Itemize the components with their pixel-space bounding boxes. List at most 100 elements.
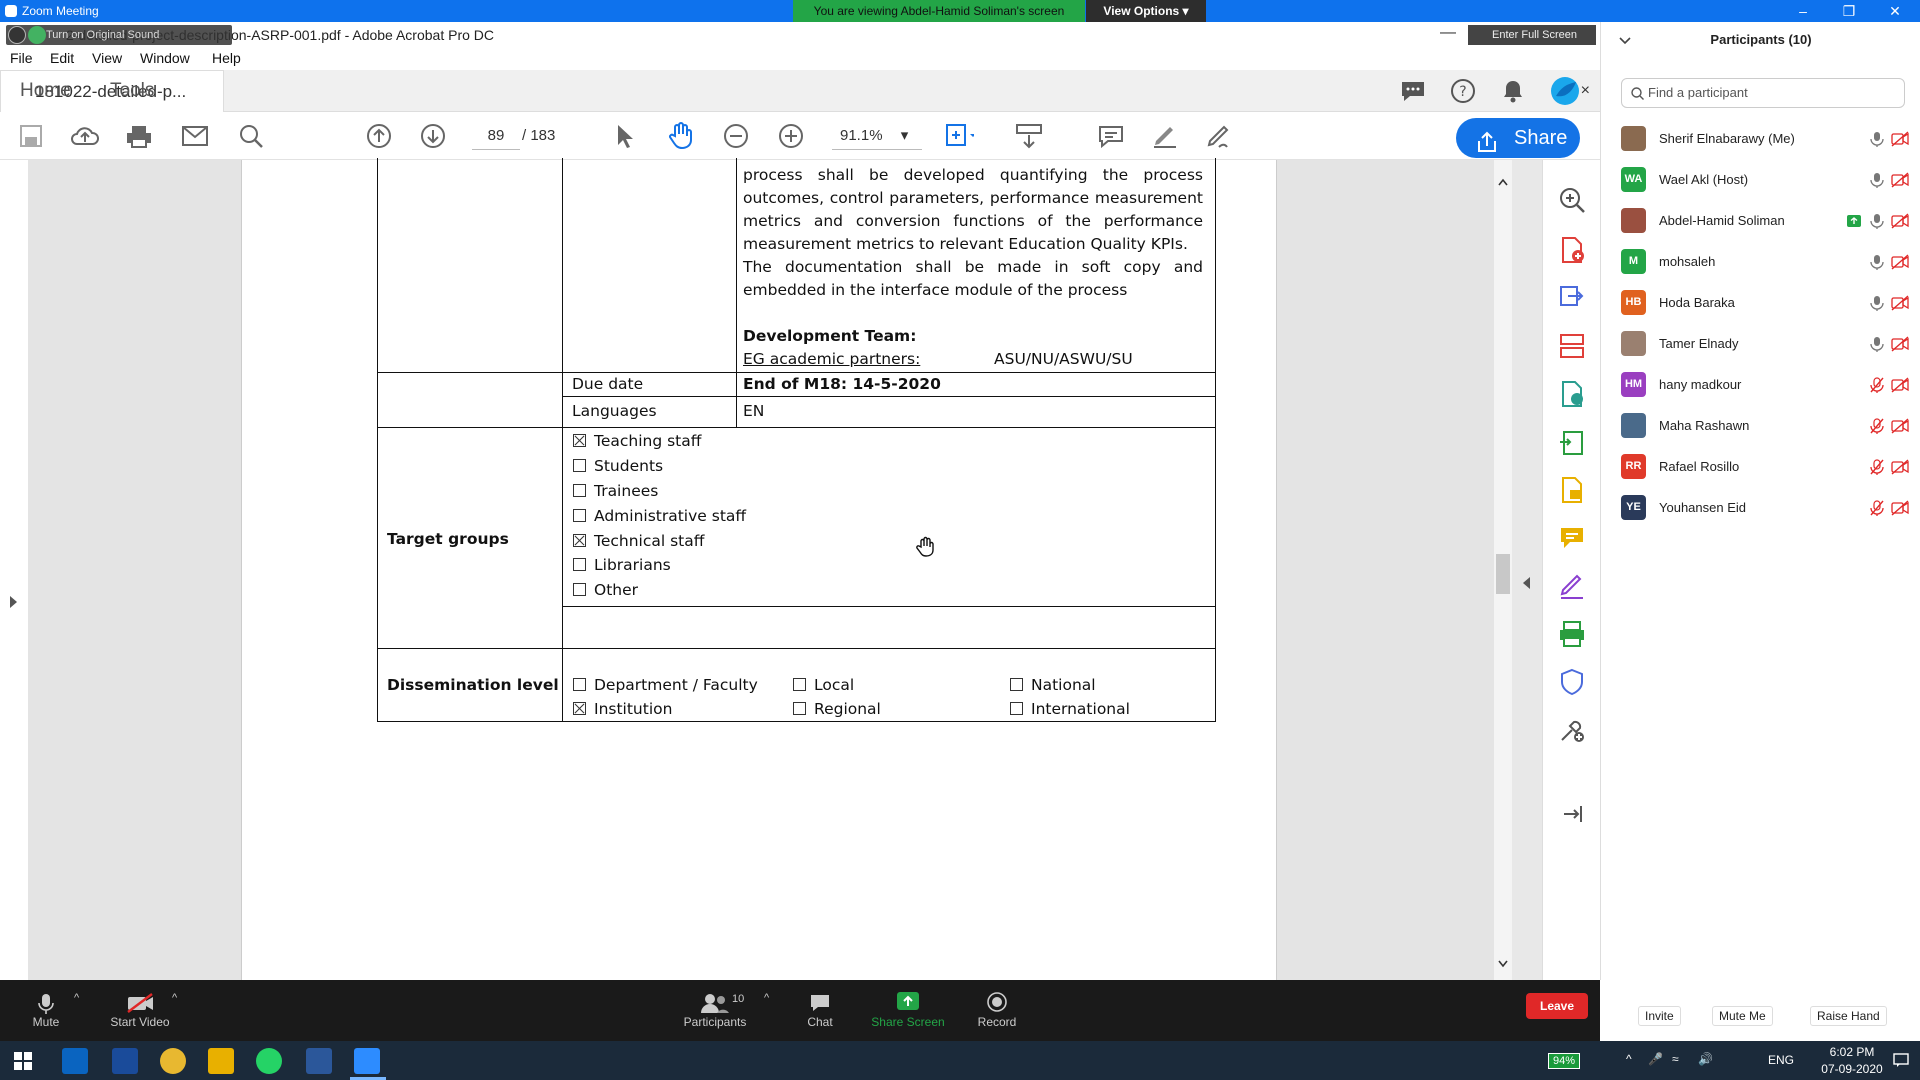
zoom-out-icon[interactable] <box>721 121 751 151</box>
search-icon[interactable] <box>236 121 266 151</box>
chrome-app-icon[interactable] <box>160 1048 186 1074</box>
menu-file[interactable]: File <box>10 50 33 66</box>
zoom-app-taskbar-icon[interactable] <box>354 1048 380 1074</box>
protect-shield-icon[interactable] <box>1558 668 1586 696</box>
tab-tools[interactable]: Tools <box>110 70 154 112</box>
tab-home[interactable]: Home <box>20 70 71 112</box>
fill-sign-icon[interactable] <box>1204 121 1234 151</box>
restore-window-button[interactable]: ❐ <box>1826 0 1872 22</box>
comments-icon[interactable] <box>1398 76 1428 106</box>
upload-cloud-icon[interactable] <box>70 121 100 151</box>
previous-page-icon[interactable] <box>364 121 394 151</box>
participants-button[interactable]: 10 Participants <box>670 980 760 1041</box>
participant-row[interactable]: WA Wael Akl (Host) <box>1601 159 1920 200</box>
chat-button[interactable]: Chat <box>800 980 840 1041</box>
leave-meeting-button[interactable]: Leave <box>1526 993 1588 1019</box>
print-icon[interactable] <box>124 121 154 151</box>
menu-view[interactable]: View <box>92 50 122 66</box>
participants-options-caret-icon[interactable]: ^ <box>764 992 769 1004</box>
participant-row[interactable]: Tamer Elnady <box>1601 323 1920 364</box>
record-button[interactable]: Record <box>972 980 1022 1041</box>
tray-chevron-icon[interactable]: ^ <box>1626 1052 1632 1066</box>
account-avatar-icon[interactable] <box>1550 76 1580 106</box>
fill-and-sign-icon[interactable] <box>1558 572 1586 600</box>
participant-row[interactable]: Sherif Elnabarawy (Me) <box>1601 118 1920 159</box>
help-icon[interactable]: ? <box>1448 76 1478 106</box>
whatsapp-app-icon[interactable] <box>256 1048 282 1074</box>
next-page-icon[interactable] <box>418 121 448 151</box>
page-number-input[interactable]: 89 <box>472 122 520 150</box>
email-icon[interactable] <box>180 121 210 151</box>
menu-edit[interactable]: Edit <box>50 50 74 66</box>
share-screen-button[interactable]: Share Screen <box>868 980 948 1041</box>
participant-row[interactable]: HM hany madkour <box>1601 364 1920 405</box>
acrobat-minimize-button[interactable]: — <box>1440 24 1456 42</box>
participant-row[interactable]: HB Hoda Baraka <box>1601 282 1920 323</box>
scrollbar-thumb[interactable] <box>1496 554 1510 594</box>
video-options-caret-icon[interactable]: ^ <box>172 992 177 1004</box>
menu-window[interactable]: Window <box>140 50 190 66</box>
mute-button[interactable]: Mute <box>20 980 72 1041</box>
zoom-in-icon[interactable] <box>776 121 806 151</box>
right-panel-collapse-icon[interactable] <box>1522 576 1532 590</box>
notifications-bell-icon[interactable] <box>1498 76 1528 106</box>
vertical-scrollbar[interactable] <box>1494 160 1512 980</box>
enhance-scan-icon[interactable] <box>1558 186 1586 214</box>
participant-row[interactable]: Maha Rashawn <box>1601 405 1920 446</box>
participant-row[interactable]: YE Youhansen Eid <box>1601 487 1920 528</box>
notification-center-icon[interactable] <box>1893 1053 1909 1067</box>
comment-tool-icon[interactable] <box>1558 476 1586 504</box>
zoom-level-select[interactable]: 91.1% ▾ <box>832 122 922 150</box>
clock-time[interactable]: 6:02 PM <box>1824 1045 1880 1059</box>
battery-indicator[interactable]: 94% <box>1548 1053 1581 1069</box>
save-icon[interactable] <box>16 121 46 151</box>
participants-icon <box>701 994 729 1013</box>
file-explorer-icon[interactable] <box>208 1048 234 1074</box>
input-language[interactable]: ENG <box>1768 1053 1794 1067</box>
participants-panel-footer: Invite Mute Me Raise Hand <box>1600 980 1920 1041</box>
create-pdf-icon[interactable] <box>1558 236 1586 264</box>
highlight-pen-icon[interactable] <box>1150 121 1180 151</box>
select-cursor-icon[interactable] <box>610 121 640 151</box>
sticky-note-icon[interactable] <box>1558 524 1586 552</box>
export-pdf-icon[interactable] <box>1558 284 1586 312</box>
close-tab-icon[interactable]: × <box>1581 70 1590 112</box>
raise-hand-button[interactable]: Raise Hand <box>1810 1006 1887 1026</box>
left-panel-toggle[interactable] <box>0 160 28 980</box>
windows-start-icon[interactable] <box>14 1052 32 1070</box>
hand-tool-icon[interactable] <box>666 121 696 151</box>
volume-icon[interactable]: 🔊 <box>1698 1052 1713 1066</box>
enter-full-screen-button[interactable]: Enter Full Screen <box>1468 25 1596 45</box>
participant-search-input[interactable]: Find a participant <box>1621 78 1905 108</box>
document-viewer: process shall be developed quantifying t… <box>28 158 1496 980</box>
collapse-rail-icon[interactable] <box>1558 800 1586 828</box>
minimize-window-button[interactable]: – <box>1780 0 1826 22</box>
microphone-tray-icon[interactable]: 🎤 <box>1648 1052 1663 1066</box>
clock-date[interactable]: 07-09-2020 <box>1818 1062 1886 1076</box>
organize-pages-icon[interactable] <box>1558 332 1586 360</box>
original-sound-button[interactable]: Turn on Original Sound <box>6 25 232 45</box>
more-tools-icon[interactable] <box>1558 716 1586 744</box>
calendar-app-icon[interactable] <box>112 1048 138 1074</box>
view-options-button[interactable]: View Options ▾ <box>1086 0 1206 22</box>
share-button[interactable]: Share <box>1456 118 1580 158</box>
menu-help[interactable]: Help <box>212 50 241 66</box>
audio-options-caret-icon[interactable]: ^ <box>74 992 79 1004</box>
compress-pdf-icon[interactable] <box>1558 428 1586 456</box>
scan-ocr-icon[interactable] <box>1558 620 1586 648</box>
outlook-app-icon[interactable] <box>62 1048 88 1074</box>
participant-row[interactable]: Mmohsaleh <box>1601 241 1920 282</box>
scrolling-mode-icon[interactable] <box>1014 121 1044 151</box>
close-window-button[interactable]: ✕ <box>1872 0 1918 22</box>
start-video-button[interactable]: Start Video <box>100 980 180 1041</box>
mute-label: Mute <box>32 1015 60 1029</box>
send-for-comments-icon[interactable] <box>1558 380 1586 408</box>
mute-me-button[interactable]: Mute Me <box>1712 1006 1773 1026</box>
invite-button[interactable]: Invite <box>1638 1006 1681 1026</box>
wifi-icon[interactable]: ≈ <box>1672 1052 1679 1066</box>
word-app-icon[interactable] <box>306 1048 332 1074</box>
page-fit-icon[interactable] <box>944 121 974 151</box>
participant-row[interactable]: Abdel-Hamid Soliman <box>1601 200 1920 241</box>
add-comment-icon[interactable] <box>1096 121 1126 151</box>
participant-row[interactable]: RR Rafael Rosillo <box>1601 446 1920 487</box>
